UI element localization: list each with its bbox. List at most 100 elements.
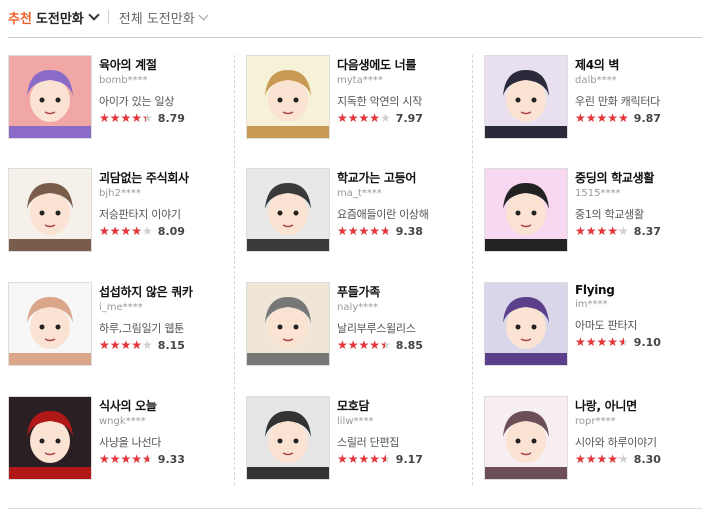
comic-rating: ★★★★★★★★★★ 8.15 [99, 338, 239, 352]
eye-right [55, 324, 61, 330]
face-shape [30, 78, 70, 122]
comic-card[interactable]: Flying im**** 아마도 판타지 ★★★★★ ★★★★★ 9.10 [484, 282, 710, 366]
comic-card[interactable]: 괴담없는 주식회사 bjh2**** 저승판타지 이야기 ★★★★★★★★★★ … [8, 168, 238, 252]
comic-thumbnail[interactable] [8, 282, 92, 366]
comic-score: 9.38 [395, 224, 423, 238]
tab-recommended[interactable]: 추천 도전만화 [8, 8, 100, 27]
comic-card[interactable]: 학교가는 고등어 ma_t**** 요즘애들이란 이상해 ★★★★★ ★★★★★ … [246, 168, 476, 252]
star-rating-icon: ★★★★★★★★★★ [99, 224, 153, 238]
comic-author: dalb**** [575, 75, 617, 86]
comic-title[interactable]: 제4의 벽 [575, 56, 710, 73]
star-rating-fill: ★★★★★ [99, 452, 150, 466]
star-rating-icon: ★★★★★★★★★★ [99, 111, 153, 125]
comic-description: 시아와 하루이야기 [575, 436, 657, 449]
eye-right [531, 324, 537, 330]
comic-description: 날리부루스윌리스 [337, 322, 416, 335]
comic-author: lilw**** [337, 416, 374, 427]
tab-all-challenge[interactable]: 전체 도전만화 [118, 8, 209, 27]
face-shape [30, 191, 70, 235]
comic-title[interactable]: 모호담 [337, 397, 477, 414]
comic-thumbnail[interactable] [484, 168, 568, 252]
comic-card[interactable]: 식사의 오늘 wngk**** 사냥을 나선다 ★★★★★ ★★★★★ 9.33 [8, 396, 238, 480]
comic-thumbnail-art [247, 283, 329, 365]
star-rating-fill: ★★★★★ [99, 111, 146, 125]
comic-author: bomb**** [99, 75, 148, 86]
comic-card[interactable]: 중딩의 학교생활 1515**** 중1의 학교생활 ★★★★★★★★★★ 8.… [484, 168, 710, 252]
star-rating-icon: ★★★★★★★★★★ [337, 452, 391, 466]
header: 추천 도전만화 전체 도전만화 [8, 6, 209, 28]
comic-card[interactable]: 섭섭하지 않은 쿼카 i_me**** 하루,그림일기 웹툰 ★★★★★ ★★★★… [8, 282, 238, 366]
comic-title[interactable]: 육아의 계절 [99, 56, 239, 73]
eye-left [39, 97, 45, 103]
face-shape [30, 305, 70, 349]
comic-thumbnail[interactable] [246, 282, 330, 366]
star-rating-icon: ★★★★★★★★★★ [575, 111, 629, 125]
comic-rating: ★★★★★ ★★★★★ 9.17 [337, 452, 477, 466]
star-rating-fill: ★★★★★ [337, 338, 385, 352]
comic-description: 하루,그림일기 웹툰 [99, 322, 184, 335]
comic-rating: ★★★★★★★★★★ 8.37 [575, 224, 710, 238]
comic-score: 9.33 [157, 452, 185, 466]
star-rating-icon: ★★★★★★★★★★ [337, 338, 391, 352]
comic-author: wngk**** [99, 416, 146, 427]
face-shape [268, 419, 308, 463]
comic-title[interactable]: 중딩의 학교생활 [575, 169, 710, 186]
comic-description: 요즘애들이란 이상해 [337, 208, 429, 221]
comic-score: 9.17 [395, 452, 423, 466]
comic-thumbnail[interactable] [484, 55, 568, 139]
comic-score: 8.37 [633, 224, 661, 238]
comic-rating: ★★★★★ ★★★★★ 9.38 [337, 224, 477, 238]
eye-left [277, 97, 283, 103]
comic-info: 모호담 lilw**** 스릴러 단편집 ★★★★★ ★★★★★ 9.17 [337, 397, 477, 466]
comic-title[interactable]: 학교가는 고등어 [337, 169, 477, 186]
face-shape [268, 305, 308, 349]
eye-right [55, 210, 61, 216]
comic-thumbnail-art [485, 56, 567, 138]
comic-rating: ★★★★★★★★★★ 8.30 [575, 452, 710, 466]
comic-card[interactable]: 다음생에도 너를 myta**** 지독한 악연의 시작 ★★★★★★★★★★ … [246, 55, 476, 139]
eye-left [277, 324, 283, 330]
comic-info: Flying im**** 아마도 판타지 ★★★★★ ★★★★★ 9.10 [575, 283, 710, 349]
chevron-down-icon [198, 10, 209, 20]
clothes-shape [485, 126, 567, 138]
comic-card[interactable]: 제4의 벽 dalb**** 우린 만화 캐릭터다 ★★★★★ ★★★★★ 9.8… [484, 55, 710, 139]
comic-title[interactable]: 다음생에도 너를 [337, 56, 477, 73]
comic-score: 8.79 [157, 111, 185, 125]
clothes-shape [9, 239, 91, 251]
comic-title[interactable]: 섭섭하지 않은 쿼카 [99, 283, 239, 300]
comic-thumbnail[interactable] [484, 396, 568, 480]
comic-score: 7.97 [395, 111, 423, 125]
comic-title[interactable]: Flying [575, 283, 710, 297]
comic-card[interactable]: 푸들가족 naly**** 날리부루스윌리스 ★★★★★★★★★★ 8.85 [246, 282, 476, 366]
face-shape [506, 305, 546, 349]
comic-thumbnail[interactable] [246, 168, 330, 252]
comic-title[interactable]: 식사의 오늘 [99, 397, 239, 414]
comic-thumbnail[interactable] [484, 282, 568, 366]
comic-card[interactable]: 모호담 lilw**** 스릴러 단편집 ★★★★★ ★★★★★ 9.17 [246, 396, 476, 480]
star-rating-icon: ★★★★★★★★★★ [337, 111, 391, 125]
star-rating-fill: ★★★★★ [99, 338, 143, 352]
comic-thumbnail[interactable] [246, 55, 330, 139]
comic-info: 학교가는 고등어 ma_t**** 요즘애들이란 이상해 ★★★★★ ★★★★★ … [337, 169, 477, 238]
comic-title[interactable]: 괴담없는 주식회사 [99, 169, 239, 186]
comic-title[interactable]: 나랑, 아니면 [575, 397, 710, 414]
comic-info: 육아의 계절 bomb**** 아이가 있는 일상 ★★★★★★★★★★ 8.7… [99, 56, 239, 125]
comic-thumbnail[interactable] [8, 55, 92, 139]
eye-left [515, 210, 521, 216]
tab-all-label: 전체 도전만화 [118, 11, 195, 27]
comic-rating: ★★★★★★★★★★ 7.97 [337, 111, 477, 125]
comic-card[interactable]: 나랑, 아니면 ropr**** 시아와 하루이야기 ★★★★★★★★★★ 8.… [484, 396, 710, 480]
comic-info: 나랑, 아니면 ropr**** 시아와 하루이야기 ★★★★★★★★★★ 8.… [575, 397, 710, 466]
comic-info: 섭섭하지 않은 쿼카 i_me**** 하루,그림일기 웹툰 ★★★★★ ★★★★… [99, 283, 239, 352]
star-rating-fill: ★★★★★ [575, 111, 629, 125]
comic-card[interactable]: 육아의 계절 bomb**** 아이가 있는 일상 ★★★★★★★★★★ 8.7… [8, 55, 238, 139]
eye-right [55, 97, 61, 103]
comic-title[interactable]: 푸들가족 [337, 283, 477, 300]
star-rating-fill: ★★★★★ [575, 224, 620, 238]
comic-thumbnail[interactable] [246, 396, 330, 480]
comic-author: ropr**** [575, 416, 616, 427]
comic-description: 아이가 있는 일상 [99, 95, 175, 108]
comic-thumbnail[interactable] [8, 396, 92, 480]
comic-score: 9.10 [633, 335, 661, 349]
comic-thumbnail[interactable] [8, 168, 92, 252]
